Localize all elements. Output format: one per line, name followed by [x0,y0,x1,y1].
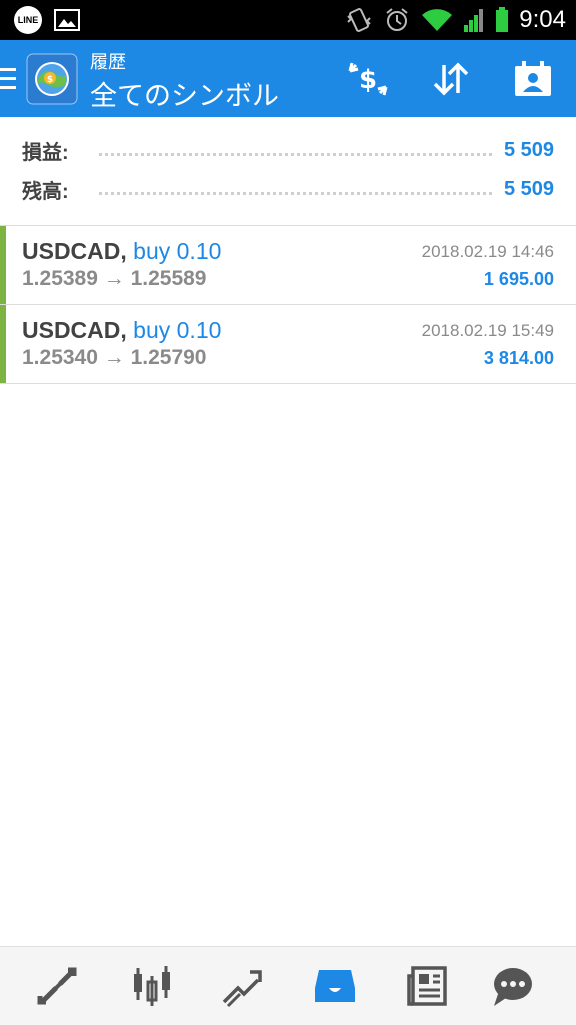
status-right: 9:04 [345,0,566,40]
gallery-icon [54,9,80,31]
history-icon [315,970,355,1002]
currency-exchange-icon: $ [348,62,388,96]
trade-row[interactable]: USDCAD, buy 0.10 1.25340 → 1.25790 2018.… [0,305,576,384]
news-icon [407,966,447,1006]
status-left: LINE [14,6,80,34]
menu-icon[interactable] [0,68,16,90]
vibrate-icon [347,8,371,32]
trade-time: 2018.02.19 14:46 [421,242,554,261]
buy-marker [0,305,6,383]
nav-news[interactable] [399,961,455,1011]
trade-profit: 3 814.00 [483,348,554,368]
wifi-icon [422,9,453,32]
sort-icon [433,62,469,96]
currency-exchange-button[interactable]: $ [345,56,391,102]
app-title[interactable]: 全てのシンボル [90,74,279,113]
clock: 9:04 [519,6,566,33]
line-app-icon: LINE [14,6,42,34]
trade-prices: 1.25340 → 1.25790 [22,346,207,369]
trade-type: buy 0.10 [133,238,222,264]
trade-time: 2018.02.19 15:49 [421,321,554,340]
profit-row: 損益: 5 509 [22,131,554,169]
balance-row: 残高: 5 509 [22,170,554,208]
profit-value: 5 509 [503,138,554,161]
symbol-text: USDCAD, [22,238,127,264]
balance-value: 5 509 [503,177,554,200]
dotted-leader [98,191,492,195]
alarm-icon [386,8,408,31]
balance-label: 残高: [22,180,69,203]
dotted-leader [98,152,492,156]
nav-chart[interactable] [124,961,180,1011]
chart-icon [134,966,170,1006]
bottom-navigation [0,946,576,1025]
nav-trade[interactable] [30,961,86,1011]
battery-icon [496,7,509,32]
symbol-text: USDCAD, [22,317,127,343]
trade-profit: 1 695.00 [483,269,554,289]
app-logo-icon[interactable]: $ [26,53,78,105]
status-bar: LINE 9:04 [0,0,576,40]
summary-panel: 損益: 5 509 残高: 5 509 [0,117,576,226]
nav-trend[interactable] [214,961,270,1011]
sort-button[interactable] [428,56,474,102]
nav-history[interactable] [307,961,363,1011]
app-bar: $ 履歴 全てのシンボル $ [0,40,576,117]
signal-icon [464,9,484,32]
trade-symbol: USDCAD, buy 0.10 [22,238,221,265]
trade-icon [37,967,77,1005]
svg-text:$: $ [359,65,377,95]
report-icon [515,61,551,96]
trade-symbol: USDCAD, buy 0.10 [22,317,221,344]
svg-text:$: $ [47,75,53,85]
trade-row[interactable]: USDCAD, buy 0.10 1.25389 → 1.25589 2018.… [0,226,576,305]
app-subtitle: 履歴 [90,52,126,72]
trade-type: buy 0.10 [133,317,222,343]
chat-icon [494,968,532,1006]
trade-prices: 1.25389 → 1.25589 [22,267,207,290]
trend-icon [222,970,262,1008]
profit-label: 損益: [22,141,69,164]
buy-marker [0,226,6,304]
nav-chat[interactable] [484,961,540,1011]
report-button[interactable] [510,56,556,102]
